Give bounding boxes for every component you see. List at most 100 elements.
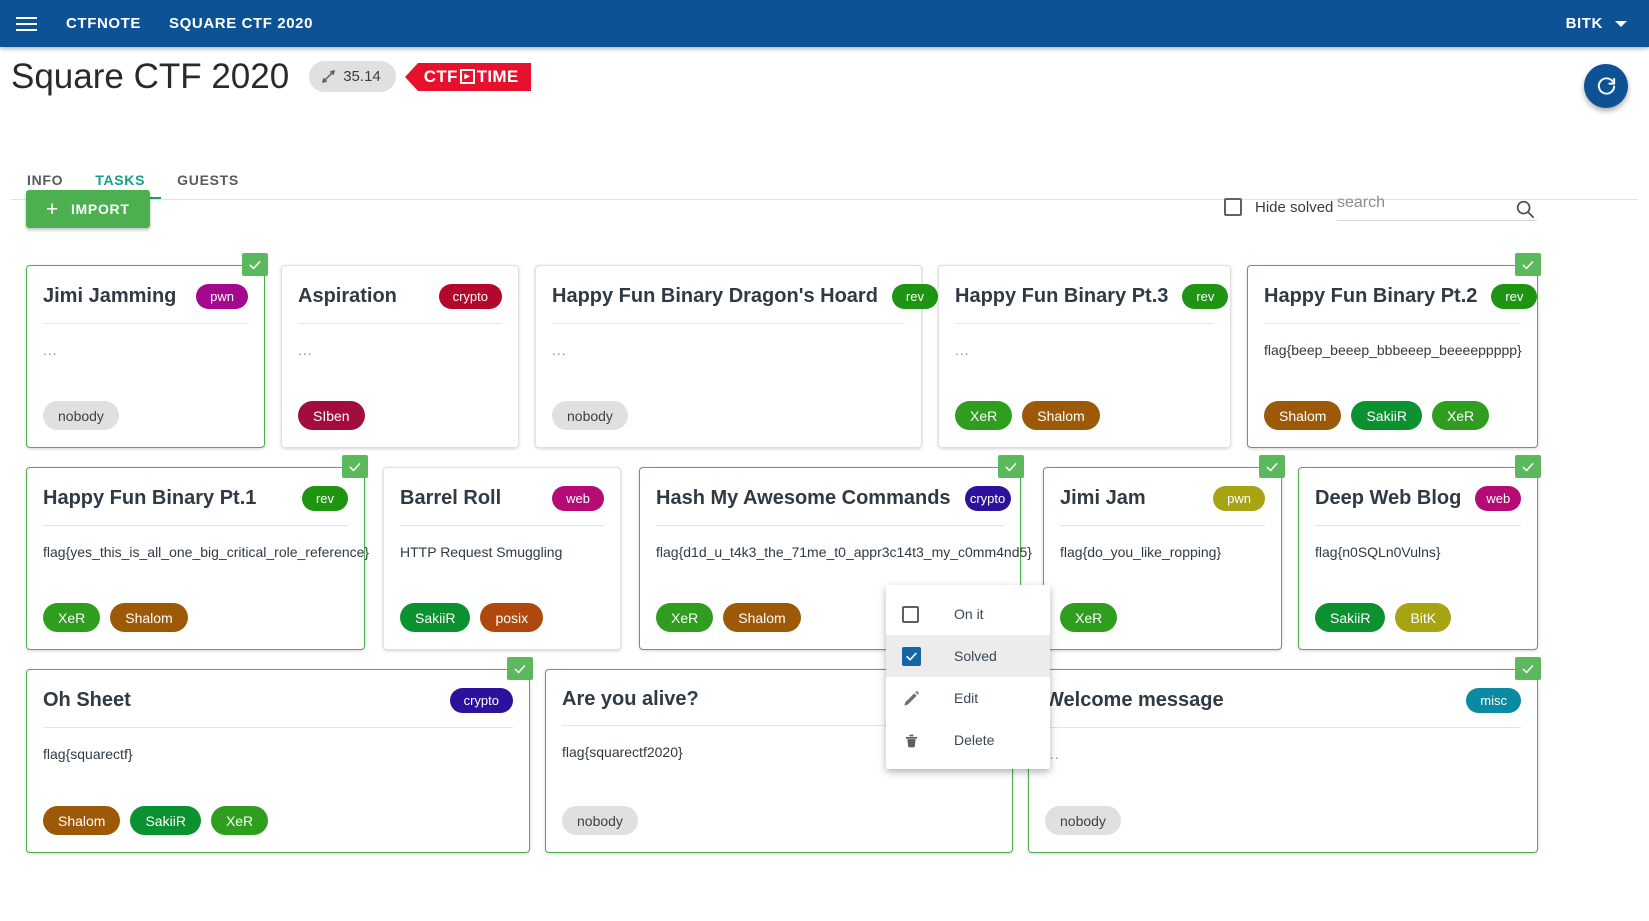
checkbox-unchecked-icon (902, 605, 936, 623)
player-chip[interactable]: XeR (1060, 603, 1118, 632)
task-players: XeR Shalom (955, 401, 1100, 430)
context-menu-item-on-it[interactable]: On it (886, 593, 1050, 635)
hamburger-menu-icon[interactable] (2, 0, 50, 47)
player-chip[interactable]: XeR (210, 806, 269, 835)
task-card-divider (400, 525, 604, 526)
task-card[interactable]: Aspiration crypto... SIben (281, 265, 519, 448)
task-category-chip[interactable]: rev (301, 486, 348, 511)
task-title: Aspiration (298, 285, 397, 307)
task-category-chip[interactable]: crypto (438, 284, 502, 309)
player-chip[interactable]: Shalom (110, 603, 188, 632)
pencil-icon (902, 689, 936, 708)
task-card-header: Hash My Awesome Commands crypto (640, 468, 1020, 511)
context-menu-label-edit: Edit (954, 690, 979, 706)
player-chip[interactable]: Shalom (1264, 401, 1342, 430)
task-title: Deep Web Blog (1315, 487, 1462, 509)
task-category-chip[interactable]: pwn (196, 284, 248, 309)
task-category-chip[interactable]: pwn (1213, 486, 1265, 511)
task-category-chip[interactable]: crypto (964, 486, 1011, 511)
task-players: XeR Shalom (43, 603, 188, 632)
task-title: Hash My Awesome Commands (656, 487, 951, 509)
task-players: XeR Shalom (656, 603, 801, 632)
brand-ctfnote[interactable]: CTFNOTE (66, 15, 141, 32)
task-title: Happy Fun Binary Pt.1 (43, 487, 257, 509)
task-card[interactable]: Happy Fun Binary Pt.1 rev flag{yes_this_is… (26, 455, 369, 650)
player-chip[interactable]: SIben (298, 401, 365, 430)
task-category-chip[interactable]: rev (1182, 284, 1229, 309)
task-players: Shalom SakiiR XeR (1264, 401, 1490, 430)
user-menu-button[interactable]: BITK (1566, 15, 1627, 32)
player-chip[interactable]: SakiiR (1315, 603, 1386, 632)
task-card-header: Jimi Jamming pwn (27, 266, 264, 309)
solved-check-icon (342, 455, 368, 478)
context-menu-item-solved[interactable]: Solved (886, 635, 1050, 677)
task-category-chip[interactable]: misc (1466, 688, 1521, 713)
task-card-header: Barrel Roll web (384, 468, 620, 511)
task-card[interactable]: Deep Web Blog web flag{n0SQLn0Vulns} SakiiR… (1298, 455, 1541, 650)
breadcrumb-current-ctf[interactable]: SQUARE CTF 2020 (169, 15, 313, 32)
context-menu-item-edit[interactable]: Edit (886, 677, 1050, 719)
task-flag: ... (43, 342, 58, 358)
player-chip[interactable]: nobody (552, 401, 628, 430)
player-chip[interactable]: SakiiR (400, 603, 471, 632)
player-chip[interactable]: nobody (43, 401, 119, 430)
player-chip[interactable]: nobody (1045, 806, 1121, 835)
player-chip[interactable]: Shalom (1022, 401, 1100, 430)
task-category-chip[interactable]: web (1475, 486, 1522, 511)
task-flag: ... (955, 342, 970, 358)
task-title: Are you alive? (562, 688, 699, 710)
player-chip[interactable]: BitK (1395, 603, 1452, 632)
task-category-chip[interactable]: crypto (449, 688, 513, 713)
task-card[interactable]: Jimi Jamming pwn... nobody (26, 253, 268, 448)
player-chip[interactable]: posix (480, 603, 544, 632)
task-card[interactable]: Barrel Roll web HTTP Request Smuggling Saki… (383, 467, 621, 650)
solved-check-icon (242, 253, 268, 276)
task-card-header: Happy Fun Binary Pt.1 rev (27, 468, 364, 511)
app-bar: CTFNOTE SQUARE CTF 2020 BITK (0, 0, 1649, 47)
task-card[interactable]: Happy Fun Binary Pt.2 rev flag{beep_beeep_… (1247, 253, 1541, 448)
task-card-divider (43, 323, 248, 324)
chevron-down-icon (1615, 20, 1627, 27)
task-title: Oh Sheet (43, 689, 131, 711)
solved-check-icon (1515, 455, 1541, 478)
task-flag: flag{n0SQLn0Vulns} (1315, 544, 1441, 560)
task-card[interactable]: Welcome message misc... nobody (1028, 657, 1541, 853)
task-category-chip[interactable]: rev (1491, 284, 1538, 309)
task-card[interactable]: Oh Sheet crypto flag{squarectf} Shalom Sakii… (26, 657, 533, 853)
task-card-header: Deep Web Blog web (1299, 468, 1537, 511)
task-card-header: Happy Fun Binary Pt.3 rev (939, 266, 1230, 309)
task-card-divider (1060, 525, 1265, 526)
task-players: nobody (43, 401, 119, 430)
task-title: Jimi Jamming (43, 285, 177, 307)
task-category-chip[interactable]: web (552, 486, 604, 511)
task-card[interactable]: Happy Fun Binary Pt.3 rev... XeR Shalom (938, 265, 1231, 448)
task-card-divider (43, 727, 513, 728)
task-card[interactable]: Happy Fun Binary Dragon's Hoard rev... nob… (535, 265, 938, 448)
context-menu-item-delete[interactable]: Delete (886, 719, 1050, 761)
task-card-divider (298, 323, 502, 324)
player-chip[interactable]: XeR (43, 603, 101, 632)
player-chip[interactable]: nobody (562, 806, 638, 835)
player-chip[interactable]: XeR (955, 401, 1013, 430)
task-players: SakiiR BitK (1315, 603, 1452, 632)
solved-check-icon (507, 657, 533, 680)
task-players: SIben (298, 401, 365, 430)
task-flag: ... (1045, 746, 1060, 762)
task-card-divider (955, 323, 1214, 324)
task-card-header: Happy Fun Binary Pt.2 rev (1248, 266, 1538, 309)
task-category-chip[interactable]: rev (891, 284, 938, 309)
user-name-label: BITK (1565, 15, 1603, 32)
task-card[interactable]: Jimi Jam pwn flag{do_you_like_ropping} XeR (1043, 455, 1285, 650)
player-chip[interactable]: XeR (656, 603, 714, 632)
player-chip[interactable]: Shalom (43, 806, 121, 835)
task-players: Shalom SakiiR XeR (43, 806, 269, 835)
task-title: Happy Fun Binary Pt.2 (1264, 285, 1478, 307)
player-chip[interactable]: SakiiR (1351, 401, 1422, 430)
player-chip[interactable]: SakiiR (130, 806, 201, 835)
task-players: SakiiR posix (400, 603, 544, 632)
player-chip[interactable]: XeR (1431, 401, 1490, 430)
task-title: Barrel Roll (400, 487, 502, 509)
task-card-divider (43, 525, 348, 526)
trash-icon (902, 731, 936, 750)
player-chip[interactable]: Shalom (723, 603, 801, 632)
